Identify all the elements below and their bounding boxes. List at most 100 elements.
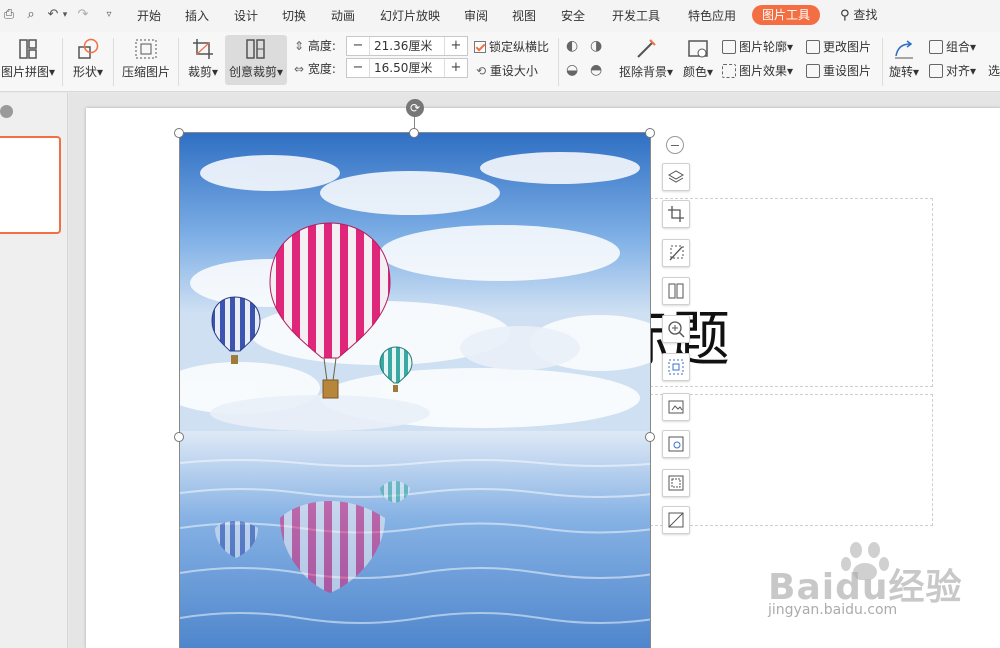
search-button[interactable]: ⚲ 查找 (840, 7, 877, 24)
quick-creative-crop-button[interactable] (662, 277, 690, 305)
lock-aspect-label: 锁定纵横比 (489, 40, 550, 54)
remove-background-button[interactable]: 抠除背景▾ (614, 38, 678, 79)
quick-compress-button[interactable] (662, 353, 690, 381)
height-decrease-button[interactable]: − (347, 37, 369, 55)
add-slide-icon[interactable] (0, 105, 13, 118)
height-field[interactable]: 21.36厘米 (369, 37, 445, 55)
quick-picture-effect-button[interactable] (662, 469, 690, 497)
change-picture-button[interactable]: 更改图片 (806, 39, 871, 55)
reset-size-button[interactable]: ⟲ 重设大小 (476, 63, 538, 79)
quick-zoom-button[interactable] (662, 315, 690, 343)
quick-picture-search-button[interactable] (662, 430, 690, 458)
divider (882, 38, 883, 86)
picture-search-icon (668, 436, 684, 452)
rotate-icon (892, 38, 916, 60)
shape-label: 形状 (72, 65, 97, 79)
align-button[interactable]: 对齐▾ (929, 63, 976, 79)
change-picture-label: 更改图片 (823, 40, 872, 54)
picture-outline-label: 图片轮廓 (739, 40, 788, 54)
outline-icon (722, 40, 736, 54)
resize-handle-top-left[interactable] (174, 128, 184, 138)
height-stepper[interactable]: − 21.36厘米 + (346, 36, 468, 56)
creative-crop-button[interactable]: 创意裁剪▾ (225, 35, 287, 85)
tab-animation[interactable]: 动画 (331, 8, 355, 24)
resize-handle-top[interactable] (409, 128, 419, 138)
resize-handle-left[interactable] (174, 432, 184, 442)
layers-button[interactable] (662, 163, 690, 191)
picture-effects-button[interactable]: 图片效果▾ (722, 63, 793, 79)
checkbox-checked-icon (474, 41, 486, 53)
brightness-down-icon[interactable]: ◒ (566, 62, 578, 78)
search-icon: ⚲ (840, 8, 850, 23)
watermark-url: jingyan.baidu.com (768, 602, 898, 618)
tab-home[interactable]: 开始 (137, 8, 161, 24)
tab-slideshow[interactable]: 幻灯片放映 (380, 8, 440, 24)
tab-transition[interactable]: 切换 (282, 8, 306, 24)
effects-icon (722, 64, 736, 78)
rotate-handle-icon[interactable]: ⟳ (406, 99, 424, 117)
search-label: 查找 (853, 8, 878, 22)
divider (62, 38, 63, 86)
tab-view[interactable]: 视图 (512, 8, 536, 24)
redo-icon[interactable]: ↷ (74, 6, 92, 24)
width-field[interactable]: 16.50厘米 (369, 59, 445, 77)
reset-size-icon: ⟲ (476, 64, 487, 78)
remove-background-icon (634, 38, 658, 60)
tab-design[interactable]: 设计 (234, 8, 258, 24)
contrast-down-icon[interactable]: ◓ (590, 62, 602, 78)
width-decrease-button[interactable]: − (347, 59, 369, 77)
tab-developer[interactable]: 开发工具 (612, 8, 660, 24)
reset-picture-button[interactable]: 重设图片 (806, 63, 871, 79)
shape-button[interactable]: 形状▾ (68, 38, 108, 79)
contrast-up-icon[interactable]: ◑ (590, 38, 602, 54)
reset-picture-label: 重设图片 (823, 64, 872, 78)
lock-aspect-checkbox[interactable]: 锁定纵横比 (474, 39, 549, 55)
tab-features[interactable]: 特色应用 (688, 8, 736, 24)
group-button[interactable]: 组合▾ (929, 39, 976, 55)
quick-remove-background-button[interactable] (662, 239, 690, 267)
tab-review[interactable]: 审阅 (464, 8, 488, 24)
divider (558, 38, 559, 86)
group-icon (929, 40, 943, 54)
print-icon[interactable]: ⎙ (0, 6, 18, 24)
resize-handle-right[interactable] (645, 432, 655, 442)
menu-bar: ⎙ ⌕ ↶ ▾ ↷ ▿ 开始 插入 设计 切换 动画 幻灯片放映 审阅 视图 安… (0, 0, 1000, 32)
crop-button[interactable]: 裁剪▾ (185, 38, 221, 79)
rotate-button[interactable]: 旋转▾ (886, 38, 922, 79)
tab-security[interactable]: 安全 (561, 8, 585, 24)
width-stepper[interactable]: − 16.50厘米 + (346, 58, 468, 78)
width-increase-button[interactable]: + (445, 59, 467, 77)
picture-collage-button[interactable]: 图片拼图▾ (0, 38, 58, 79)
compress-picture-button[interactable]: 压缩图片 (120, 38, 172, 79)
tab-insert[interactable]: 插入 (185, 8, 209, 24)
slide-thumbnail[interactable] (0, 136, 61, 234)
select-button[interactable]: 选 (988, 63, 1000, 79)
quick-change-picture-button[interactable] (662, 393, 690, 421)
quick-crop-button[interactable] (662, 200, 690, 228)
baidu-watermark: Baidu经验 jingyan.baidu.com (768, 540, 968, 630)
reset-size-label: 重设大小 (489, 64, 538, 78)
undo-dropdown-icon[interactable]: ▾ (60, 6, 70, 24)
align-icon (929, 64, 943, 78)
collapse-toolbar-icon[interactable] (666, 136, 684, 154)
height-label: 高度: (307, 39, 336, 53)
align-label: 对齐 (946, 64, 971, 78)
layers-icon (667, 170, 685, 183)
wand-icon (669, 245, 684, 261)
crop-label: 裁剪 (187, 65, 212, 79)
quick-outline-button[interactable] (662, 506, 690, 534)
color-button[interactable]: 颜色▾ (680, 38, 716, 79)
balloon-photo (180, 133, 650, 648)
change-picture-icon (668, 400, 684, 414)
tab-picture-tools[interactable]: 图片工具 (752, 5, 821, 25)
selected-picture[interactable] (180, 133, 650, 648)
height-increase-button[interactable]: + (445, 37, 467, 55)
brightness-up-icon[interactable]: ◐ (566, 38, 578, 54)
collage-icon (16, 38, 40, 60)
customize-icon[interactable]: ▿ (100, 6, 118, 24)
print-preview-icon[interactable]: ⌕ (22, 6, 40, 24)
resize-handle-top-right[interactable] (645, 128, 655, 138)
picture-outline-button[interactable]: 图片轮廓▾ (722, 39, 793, 55)
zoom-icon (668, 321, 685, 338)
subtitle-placeholder[interactable] (650, 394, 933, 526)
